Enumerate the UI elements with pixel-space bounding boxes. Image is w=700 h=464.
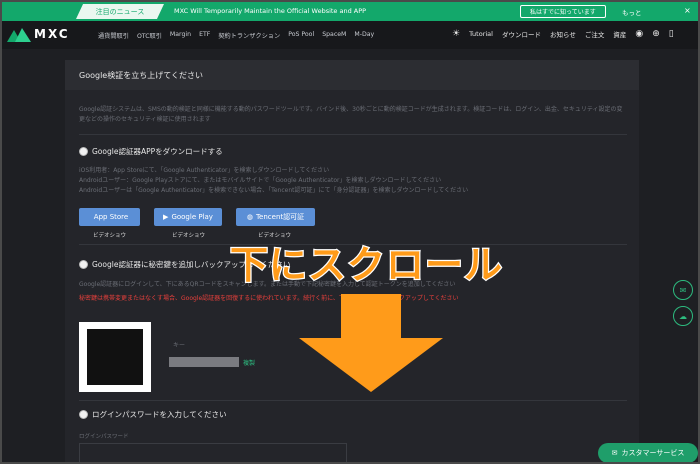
globe-icon[interactable]: ⊕ <box>652 29 660 39</box>
sun-icon[interactable]: ☀ <box>452 29 460 39</box>
app-window: 注目のニュース MXC Will Temporarily Maintain th… <box>0 0 700 464</box>
more-link[interactable]: もっと <box>622 7 642 17</box>
app-store-button[interactable]: App Store <box>79 208 140 226</box>
nav-item-contract[interactable]: 契約トランザクション <box>218 31 280 40</box>
password-field-label: ログインパスワード <box>79 434 129 440</box>
instruction-android-alt: Androidユーザーは「Google Authenticator」を検索できな… <box>79 187 469 194</box>
scroll-down-annotation: 下にスクロール <box>229 242 504 289</box>
google-play-video-link[interactable]: ビデオショウ <box>172 231 205 239</box>
nav-notice[interactable]: お知らせ <box>550 29 576 39</box>
key-label: キー <box>173 342 186 349</box>
nav-item-spot[interactable]: 通貨間取引 <box>98 31 129 40</box>
nav-right: ☀ Tutorial ダウンロード お知らせ ご注文 資産 ◉ ⊕ ▯ <box>452 29 674 39</box>
nav-item-margin[interactable]: Margin <box>170 31 191 40</box>
step-enter-password[interactable]: ログインパスワードを入力してください <box>79 409 227 420</box>
step-label: Google認証器APPをダウンロードする <box>92 147 223 156</box>
nav-item-etf[interactable]: ETF <box>199 31 210 40</box>
tencent-icon: ◍ <box>246 213 253 221</box>
support-chat-icon: ✉ <box>611 449 618 457</box>
step-download-app[interactable]: Google認証器APPをダウンロードする <box>79 146 223 157</box>
nav-item-mday[interactable]: M-Day <box>354 31 374 40</box>
nav-download[interactable]: ダウンロード <box>502 29 541 39</box>
play-icon: ▶ <box>163 213 169 221</box>
support-label: カスタマーサービス <box>621 449 685 457</box>
download-instructions: iOS利用者：App Storeにて、「Google Authenticator… <box>79 166 468 196</box>
description-text: Google認証システムは、SMSの動的検証と同様に機能する動的パスワードツール… <box>79 106 623 123</box>
nav-menu: 通貨間取引 OTC取引 Margin ETF 契約トランザクション PoS Po… <box>98 31 374 40</box>
nav-item-pos-pool[interactable]: PoS Pool <box>288 31 314 40</box>
logo-text[interactable]: MXC <box>34 27 70 41</box>
tencent-label: Tencent認可証 <box>255 213 305 221</box>
login-password-input[interactable] <box>79 443 347 462</box>
tencent-button[interactable]: ◍ Tencent認可証 <box>236 208 315 226</box>
page-title: Google検証を立ち上げてください <box>65 60 639 90</box>
copy-key-button[interactable]: 複製 <box>243 358 255 367</box>
user-icon[interactable]: ◉ <box>635 29 643 39</box>
announcement-text[interactable]: MXC Will Temporarily Maintain the Offici… <box>174 7 366 15</box>
nav-orders[interactable]: ご注文 <box>585 29 605 39</box>
down-arrow-icon <box>299 294 443 392</box>
chat-icon[interactable]: ✉ <box>673 280 693 300</box>
google-play-button[interactable]: ▶ Google Play <box>154 208 222 226</box>
acknowledge-button[interactable]: 私はすでに知っています <box>520 5 606 18</box>
step-radio[interactable] <box>79 410 88 419</box>
nav-item-spacem[interactable]: SpaceM <box>322 31 346 40</box>
announcement-bar: 注目のニュース MXC Will Temporarily Maintain th… <box>2 2 698 21</box>
news-tag[interactable]: 注目のニュース <box>76 4 164 19</box>
step-radio[interactable] <box>79 260 88 269</box>
step-label: ログインパスワードを入力してください <box>92 410 227 419</box>
secret-key-value <box>169 357 239 367</box>
mxc-logo-icon[interactable] <box>7 28 31 42</box>
qr-code <box>79 322 151 392</box>
nav-item-otc[interactable]: OTC取引 <box>137 31 162 40</box>
customer-service-button[interactable]: ✉ カスタマーサービス <box>598 443 698 462</box>
qr-pattern <box>87 329 143 385</box>
close-icon[interactable]: × <box>684 6 691 15</box>
divider <box>79 400 627 401</box>
mobile-icon[interactable]: ▯ <box>669 29 674 39</box>
top-navbar: MXC 通貨間取引 OTC取引 Margin ETF 契約トランザクション Po… <box>2 21 698 49</box>
instruction-android: Androidユーザー：Google Playストアにて、またはモバイルサイトで… <box>79 177 442 184</box>
divider <box>79 134 627 135</box>
step-radio[interactable] <box>79 147 88 156</box>
app-store-video-link[interactable]: ビデオショウ <box>93 231 126 239</box>
instruction-ios: iOS利用者：App Storeにて、「Google Authenticator… <box>79 167 330 174</box>
nav-assets[interactable]: 資産 <box>613 29 626 39</box>
google-play-label: Google Play <box>171 213 213 221</box>
cloud-download-icon[interactable]: ☁ <box>673 306 693 326</box>
app-store-label: App Store <box>93 213 129 221</box>
nav-tutorial[interactable]: Tutorial <box>469 30 493 38</box>
